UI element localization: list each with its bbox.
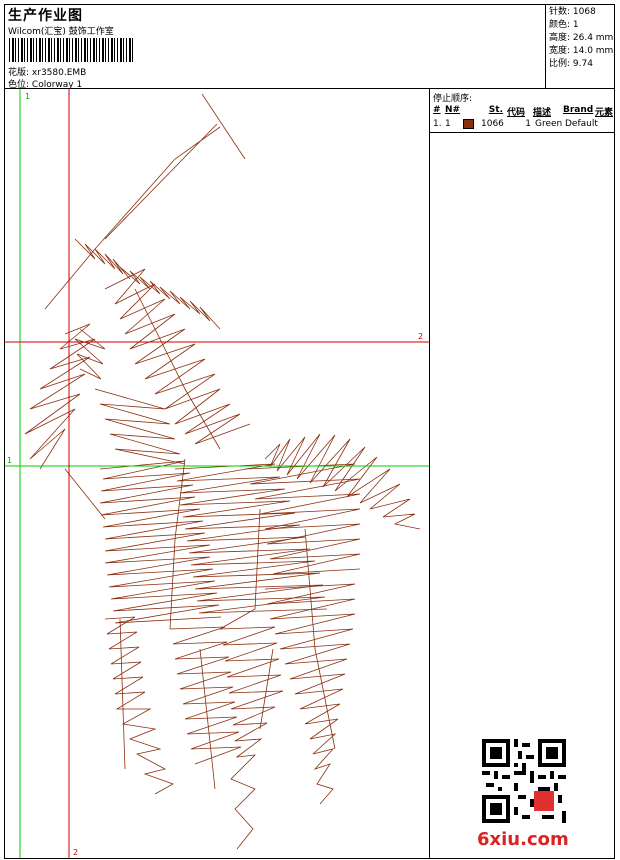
col-n: N# (445, 105, 461, 115)
red-v-label: 2 (73, 848, 78, 857)
page-title: 生产作业图 (8, 8, 83, 24)
stamp-icon (534, 791, 554, 811)
row-index: 1. (433, 119, 442, 129)
spec-scale: 比例: 9.74 (549, 59, 593, 69)
col-desc: 描述 (533, 108, 552, 118)
col-index: # (433, 105, 441, 115)
stop-sequence-heading: 停止顺序: (433, 94, 473, 104)
row-desc: Green (535, 119, 563, 129)
red-h-label: 2 (418, 332, 423, 341)
header-info: 生产作业图 Wilcom(汇宝) 鼓饰工作室 花版: xr3580.EMB 色位… (5, 5, 546, 90)
col-element: 元素 (595, 108, 614, 118)
table-divider (430, 131, 614, 133)
company-name: Wilcom(汇宝) 鼓饰工作室 (8, 27, 114, 37)
production-sheet: 生产作业图 Wilcom(汇宝) 鼓饰工作室 花版: xr3580.EMB 色位… (4, 4, 615, 859)
row-n: 1 (445, 119, 451, 129)
design-canvas: 1 1 2 2 (5, 89, 430, 858)
row-stitches: 1066 (481, 119, 504, 129)
watermark: 6xiu.com (477, 829, 569, 850)
spec-stitches: 针数: 1068 (549, 7, 596, 17)
row-brand: Default (565, 119, 598, 129)
stop-sequence-panel: 停止顺序: # N# St. 代码 描述 Brand 元素 1. 1 1066 … (430, 89, 614, 858)
barcode (9, 38, 133, 62)
green-v-label: 1 (25, 92, 30, 101)
row-code: 1 (525, 119, 531, 129)
stitch-preview: 1 1 2 2 (5, 89, 429, 858)
col-brand: Brand (563, 105, 594, 115)
col-stitches: St. (488, 105, 503, 115)
col-code: 代码 (507, 108, 526, 118)
stop-sequence-header: # N# St. 代码 描述 Brand 元素 (430, 104, 614, 118)
thread-color-swatch (463, 119, 474, 129)
spec-colors: 颜色: 1 (549, 20, 579, 30)
table-row: 1. 1 1066 1 Green Default (430, 118, 614, 130)
embroidery-stitches (24, 93, 421, 850)
green-h-label: 1 (7, 456, 12, 465)
qr-code (482, 739, 566, 823)
spec-width: 宽度: 14.0 mm (549, 46, 614, 56)
spec-height: 高度: 26.4 mm (549, 33, 614, 43)
spec-panel: 针数: 1068 颜色: 1 高度: 26.4 mm 宽度: 14.0 mm 比… (546, 5, 614, 89)
